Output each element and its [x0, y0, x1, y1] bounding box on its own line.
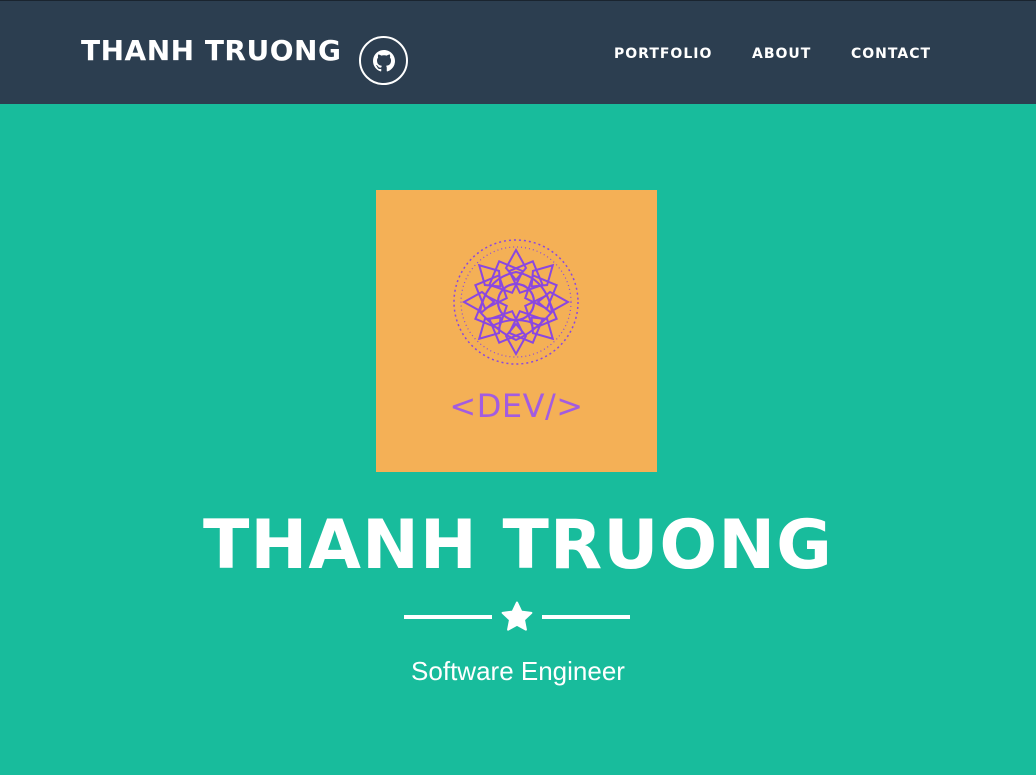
mandala-icon	[453, 239, 579, 365]
nav-links: PORTFOLIO ABOUT CONTACT	[0, 45, 1036, 65]
nav-link-contact[interactable]: CONTACT	[851, 45, 931, 63]
divider-line-left	[404, 615, 492, 619]
nav-link-about[interactable]: ABOUT	[752, 45, 811, 63]
logo-label: <DEV/>	[449, 387, 584, 425]
divider-line-right	[542, 615, 630, 619]
star-divider	[404, 598, 630, 636]
star-icon	[501, 601, 533, 631]
hero-subtitle: Software Engineer	[411, 656, 625, 686]
profile-logo: <DEV/>	[376, 190, 657, 472]
nav-link-portfolio[interactable]: PORTFOLIO	[614, 45, 712, 63]
hero-title: THANH TRUONG	[203, 506, 833, 585]
navbar: THANH TRUONG PORTFOLIO ABOUT CONTACT	[0, 0, 1036, 104]
